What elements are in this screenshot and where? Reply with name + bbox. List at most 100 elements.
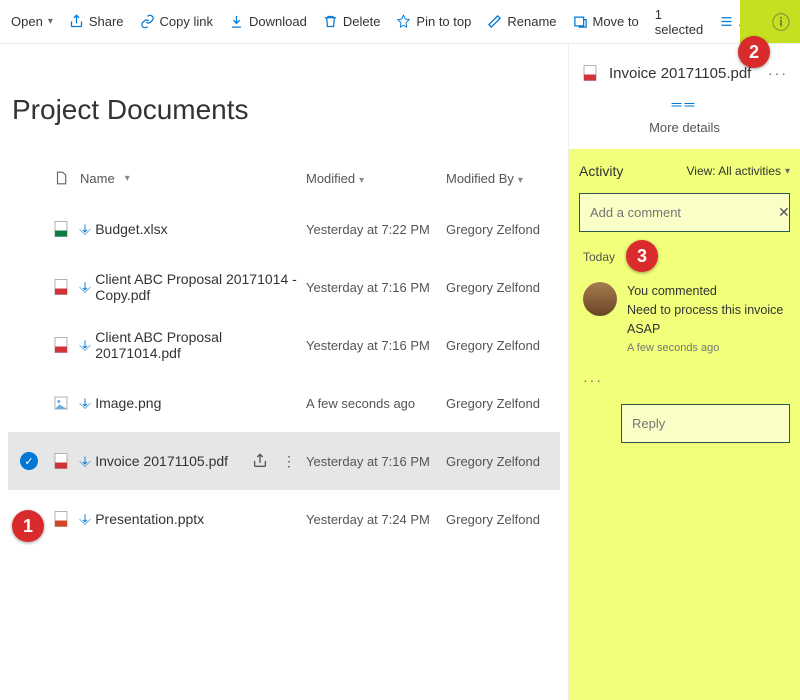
file-modified-by: Gregory Zelfond	[446, 454, 556, 469]
activity-panel: Activity View: All activities ▾ ✕ Today …	[569, 149, 800, 700]
download-icon	[229, 14, 244, 29]
selected-check-icon[interactable]: ✓	[20, 452, 38, 470]
more-details-link[interactable]: More details	[569, 116, 800, 149]
moveto-button[interactable]: Move to	[566, 10, 646, 33]
file-modified: Yesterday at 7:24 PM	[306, 512, 446, 527]
file-name[interactable]: Budget.xlsx	[95, 221, 167, 237]
chevron-down-icon: ▾	[359, 175, 364, 186]
file-type-icon	[46, 508, 76, 530]
file-type-icon	[46, 450, 76, 472]
new-indicator-icon: ⇲	[77, 337, 93, 353]
activity-time: A few seconds ago	[627, 342, 786, 354]
moveto-icon	[573, 14, 588, 29]
name-column-header[interactable]: Name▾	[76, 171, 306, 186]
share-row-button[interactable]	[252, 453, 268, 470]
link-icon	[140, 14, 155, 29]
new-indicator-icon: ⇲	[77, 511, 93, 527]
callout-1: 1	[12, 510, 44, 542]
activity-action: You commented	[627, 282, 786, 301]
file-type-icon	[46, 218, 76, 240]
comment-input-box: ✕	[579, 193, 790, 232]
delete-button[interactable]: Delete	[316, 10, 388, 33]
pin-icon	[396, 14, 411, 29]
file-name[interactable]: Invoice 20171105.pdf	[95, 453, 228, 469]
rename-label: Rename	[507, 14, 556, 29]
info-icon[interactable]: ⓘ	[772, 9, 790, 35]
chevron-down-icon: ▾	[518, 175, 523, 186]
chevron-down-icon: ▾	[48, 16, 53, 27]
file-type-icon	[46, 392, 76, 414]
activity-heading: Activity	[579, 163, 623, 179]
chevron-down-icon: ▾	[785, 166, 790, 177]
file-modified-by: Gregory Zelfond	[446, 280, 556, 295]
clear-comment-button[interactable]: ✕	[774, 204, 794, 221]
file-modified: A few seconds ago	[306, 396, 446, 411]
library-title: Project Documents	[12, 94, 560, 126]
file-row[interactable]: ⇲Client ABC Proposal 20171014.pdf⋮Yester…	[8, 316, 560, 374]
document-list-pane: Project Documents Name▾ Modified▾ Modifi…	[0, 44, 568, 700]
chevron-down-icon: ▾	[125, 173, 130, 184]
moveto-label: Move to	[593, 14, 639, 29]
file-name[interactable]: Client ABC Proposal 20171014.pdf	[95, 329, 306, 361]
new-indicator-icon: ⇲	[77, 395, 93, 411]
command-bar: Open ▾ Share Copy link Download Delete P…	[0, 0, 800, 44]
file-row[interactable]: ⇲Budget.xlsx⋮Yesterday at 7:22 PMGregory…	[8, 200, 560, 258]
file-row[interactable]: ⇲Presentation.pptx⋮Yesterday at 7:24 PMG…	[8, 490, 560, 548]
download-label: Download	[249, 14, 307, 29]
pin-label: Pin to top	[416, 14, 471, 29]
callout-2: 2	[738, 36, 770, 68]
file-modified: Yesterday at 7:22 PM	[306, 222, 446, 237]
reply-input-box: ✕	[621, 404, 790, 443]
resize-handle[interactable]: ══	[569, 92, 800, 116]
copylink-button[interactable]: Copy link	[133, 10, 220, 33]
trash-icon	[323, 14, 338, 29]
file-modified-by: Gregory Zelfond	[446, 512, 556, 527]
open-button[interactable]: Open ▾	[4, 10, 60, 33]
rename-icon	[487, 14, 502, 29]
rename-button[interactable]: Rename	[480, 10, 563, 33]
activity-text: Need to process this invoice ASAP	[627, 301, 786, 339]
download-button[interactable]: Download	[222, 10, 314, 33]
column-headers: Name▾ Modified▾ Modified By▾	[8, 156, 560, 200]
callout-3: 3	[626, 240, 658, 272]
activity-view-filter[interactable]: View: All activities ▾	[686, 164, 790, 178]
file-modified: Yesterday at 7:16 PM	[306, 338, 446, 353]
file-row[interactable]: ⇲Image.png⋮A few seconds agoGregory Zelf…	[8, 374, 560, 432]
modified-column-header[interactable]: Modified▾	[306, 171, 446, 186]
list-icon	[719, 14, 734, 29]
file-name[interactable]: Presentation.pptx	[95, 511, 204, 527]
more-actions-button[interactable]: ···	[768, 65, 788, 81]
delete-label: Delete	[343, 14, 381, 29]
share-label: Share	[89, 14, 124, 29]
pin-button[interactable]: Pin to top	[389, 10, 478, 33]
selection-count: 1 selected	[648, 3, 710, 41]
file-modified: Yesterday at 7:16 PM	[306, 280, 446, 295]
modifiedby-column-header[interactable]: Modified By▾	[446, 171, 556, 186]
file-modified-by: Gregory Zelfond	[446, 222, 556, 237]
share-button[interactable]: Share	[62, 10, 131, 33]
file-modified: Yesterday at 7:16 PM	[306, 454, 446, 469]
file-row[interactable]: ⇲Client ABC Proposal 20171014 - Copy.pdf…	[8, 258, 560, 316]
copylink-label: Copy link	[160, 14, 213, 29]
file-name[interactable]: Image.png	[95, 395, 161, 411]
filetype-column-header[interactable]	[46, 169, 76, 187]
pdf-icon	[581, 62, 599, 84]
reply-input[interactable]	[630, 415, 800, 432]
file-name[interactable]: Client ABC Proposal 20171014 - Copy.pdf	[95, 271, 306, 303]
new-indicator-icon: ⇲	[77, 453, 93, 469]
new-indicator-icon: ⇲	[77, 279, 93, 295]
open-label: Open	[11, 14, 43, 29]
file-modified-by: Gregory Zelfond	[446, 396, 556, 411]
share-icon	[69, 14, 84, 29]
file-row[interactable]: ✓ ⇲Invoice 20171105.pdf ⋮ Yesterday at 7:16…	[8, 432, 560, 490]
file-modified-by: Gregory Zelfond	[446, 338, 556, 353]
details-pane: Invoice 20171105.pdf ··· ══ More details…	[568, 44, 800, 700]
row-more-button[interactable]: ⋮	[282, 453, 296, 470]
new-indicator-icon: ⇲	[77, 221, 93, 237]
more-activity-button[interactable]: ···	[583, 372, 786, 388]
details-title: Invoice 20171105.pdf	[609, 65, 758, 82]
file-type-icon	[46, 276, 76, 298]
comment-input[interactable]	[588, 204, 768, 221]
activity-entry: You commented Need to process this invoi…	[579, 274, 790, 362]
avatar	[583, 282, 617, 316]
